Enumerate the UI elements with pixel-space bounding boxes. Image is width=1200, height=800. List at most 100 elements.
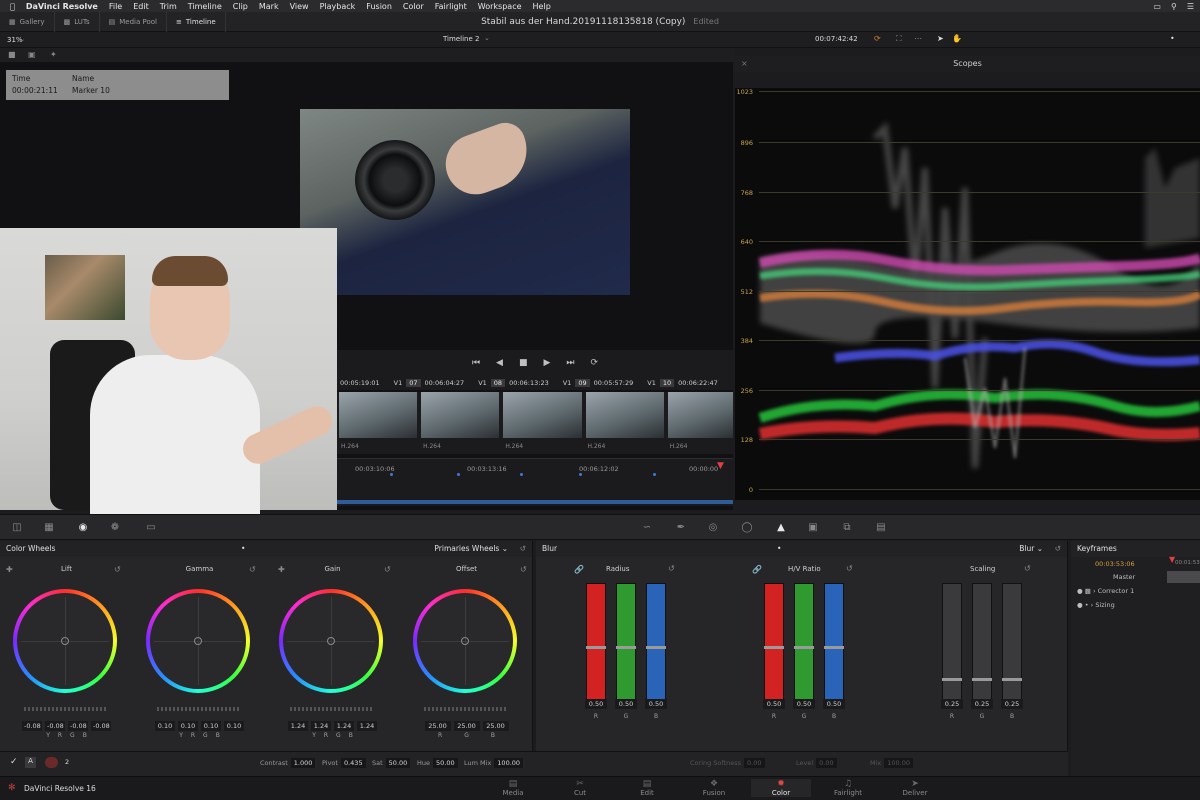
reset-icon[interactable]: ↺ [520, 565, 527, 574]
search-icon[interactable]: ⚲ [1171, 2, 1177, 11]
split-icon[interactable]: ▣ [28, 50, 36, 59]
clip-thumbnail[interactable]: H.264 [667, 392, 733, 450]
wheels-mode-select[interactable]: Primaries Wheels ⌄ [434, 541, 508, 557]
value-b[interactable]: -0.08 [91, 721, 111, 731]
link-icon[interactable]: 🔗 [574, 565, 584, 574]
value-g[interactable]: -0.08 [68, 721, 88, 731]
scaling-slider-b[interactable] [1002, 583, 1022, 709]
timeline-chevron-icon[interactable]: ⌄ [484, 34, 490, 42]
master-keyframe-track[interactable] [1167, 571, 1200, 583]
value-r[interactable]: -0.08 [45, 721, 65, 731]
qualifier-icon[interactable]: ✒ [674, 521, 688, 535]
menu-help[interactable]: Help [533, 2, 551, 11]
slider-handle[interactable] [646, 646, 666, 649]
sat-value[interactable]: 50.00 [385, 758, 411, 768]
wheel-puck[interactable] [61, 637, 69, 645]
radius-slider-g[interactable] [616, 583, 636, 709]
value-g[interactable]: 0.25 [971, 699, 993, 709]
timeline-selector[interactable]: Timeline 2 [443, 35, 479, 43]
level-control[interactable]: Level 0.00 [796, 758, 837, 768]
slider-handle[interactable] [616, 646, 636, 649]
contrast-control[interactable]: Contrast 1.000 [260, 758, 316, 768]
reset-icon[interactable]: ↺ [846, 564, 853, 573]
value-r[interactable]: 0.25 [941, 699, 963, 709]
value-r[interactable]: 1.24 [311, 721, 331, 731]
loop-icon[interactable]: ⟳ [874, 34, 881, 43]
reset-icon[interactable]: ↺ [114, 565, 121, 574]
page-fairlight[interactable]: ♫ Fairlight [818, 779, 878, 797]
reset-icon[interactable]: ↺ [249, 565, 256, 574]
value-r[interactable]: 0.50 [585, 699, 607, 709]
link-icon[interactable]: 🔗 [752, 565, 762, 574]
reset-all-icon[interactable]: ↺ [1055, 541, 1061, 557]
chevron-down-icon[interactable]: ⌄ [20, 36, 25, 43]
page-fusion[interactable]: ❖ Fusion [684, 779, 744, 797]
pivot-value[interactable]: 0.435 [340, 758, 366, 768]
wheel-puck[interactable] [194, 637, 202, 645]
rgb-mixer-icon[interactable]: ❁ [108, 521, 122, 535]
hand-icon[interactable]: ✋ [952, 34, 962, 43]
curves-icon[interactable]: ∽ [640, 521, 654, 535]
reverse-icon[interactable]: ◀ [496, 358, 503, 368]
value-b[interactable]: 0.50 [823, 699, 845, 709]
page-cut[interactable]: ✂ Cut [550, 779, 610, 797]
fullscreen-icon[interactable]: ⛶ [896, 34, 902, 44]
keyframe-row-master[interactable]: Master [1113, 573, 1135, 581]
menu-color[interactable]: Color [403, 2, 424, 11]
lum-mix-control[interactable]: Lum Mix 100.00 [464, 758, 524, 768]
motion-effects-icon[interactable]: ▭ [144, 521, 158, 535]
scaling-slider-g[interactable] [972, 583, 992, 709]
value-y[interactable]: 25.00 [424, 721, 451, 731]
clip-thumbnail[interactable]: H.264 [339, 392, 418, 450]
hue-value[interactable]: 50.00 [433, 758, 458, 768]
lum-mix-value[interactable]: 100.00 [494, 758, 524, 768]
menu-trim[interactable]: Trim [160, 2, 177, 11]
value-g[interactable]: 0.10 [201, 721, 221, 731]
slider-handle[interactable] [586, 646, 606, 649]
key-icon[interactable]: ▣ [806, 521, 820, 535]
menu-timeline[interactable]: Timeline [188, 2, 222, 11]
clip-thumbnail[interactable]: H.264 [421, 392, 500, 450]
value-b[interactable]: 0.50 [645, 699, 667, 709]
marker-dot[interactable] [390, 473, 393, 476]
window-icon[interactable]: ◎ [706, 521, 720, 535]
value-y[interactable]: -0.08 [22, 721, 42, 731]
hv-slider-r[interactable] [764, 583, 784, 709]
marker-dot[interactable] [520, 473, 523, 476]
airplay-icon[interactable]: ▭ [1153, 2, 1161, 11]
master-wheel[interactable] [157, 707, 241, 711]
tracker-icon[interactable]: ◯ [740, 521, 754, 535]
auto-icon[interactable]: A [25, 757, 36, 768]
color-wheels-icon[interactable]: ◉ [76, 521, 90, 535]
menu-view[interactable]: View [290, 2, 309, 11]
marker-dot[interactable] [457, 473, 460, 476]
keyframe-row-sizing[interactable]: ● • › Sizing [1077, 601, 1115, 609]
blur-mode-select[interactable]: Blur ⌄ [1019, 541, 1043, 557]
hue-control[interactable]: Hue 50.00 [417, 758, 458, 768]
coring-control[interactable]: Coring Softness 0.00 [690, 758, 765, 768]
contrast-value[interactable]: 1.000 [290, 758, 316, 768]
slider-handle[interactable] [1002, 677, 1022, 681]
value-b[interactable]: 0.10 [224, 721, 244, 731]
loop-playback-icon[interactable]: ⟳ [591, 358, 599, 368]
menu-file[interactable]: File [109, 2, 122, 11]
menu-workspace[interactable]: Workspace [478, 2, 522, 11]
value-y[interactable]: 0.10 [155, 721, 175, 731]
apple-icon[interactable]:  [10, 2, 15, 11]
menu-edit[interactable]: Edit [133, 2, 149, 11]
playhead-icon[interactable]: ▼ [717, 461, 724, 471]
menu-mark[interactable]: Mark [259, 2, 279, 11]
coring-value[interactable]: 0.00 [744, 758, 765, 768]
page-color[interactable]: ✹ Color [751, 779, 811, 797]
skip-end-icon[interactable]: ⏭ [566, 358, 574, 368]
menu-list-icon[interactable]: ☰ [1187, 2, 1194, 11]
menu-fusion[interactable]: Fusion [366, 2, 392, 11]
play-icon[interactable]: ▶ [543, 358, 550, 368]
slider-handle[interactable] [824, 646, 844, 649]
value-g[interactable]: 0.50 [793, 699, 815, 709]
sizing-icon[interactable]: ⧉ [840, 521, 854, 535]
stop-icon[interactable]: ■ [519, 358, 528, 368]
master-wheel[interactable] [424, 707, 508, 711]
value-r[interactable]: 0.50 [763, 699, 785, 709]
master-wheel[interactable] [24, 707, 108, 711]
